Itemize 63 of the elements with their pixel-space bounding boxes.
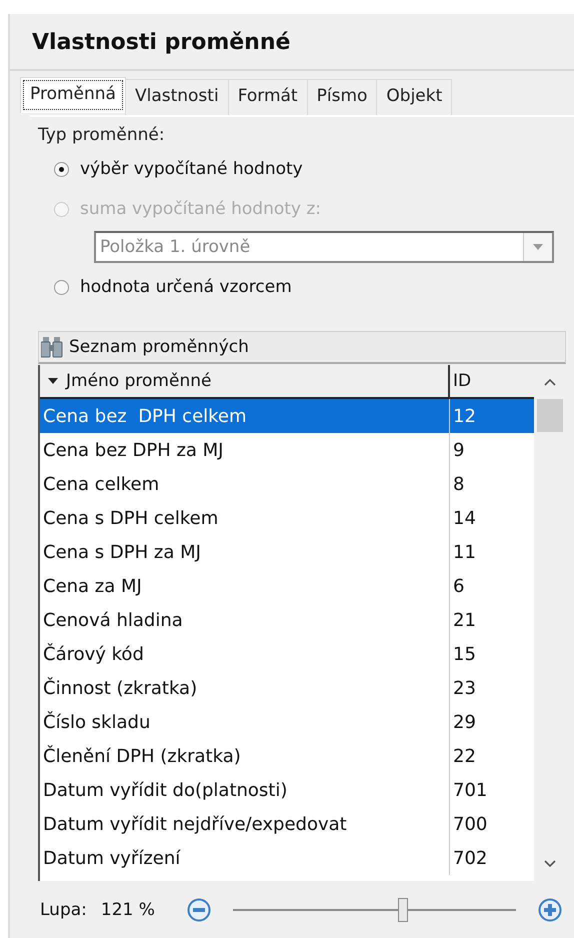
table-cell-text: 29 [452,710,477,734]
table-cell-text: 701 [452,778,488,802]
zoom-out-icon[interactable] [186,898,211,922]
table-row[interactable]: Cena s DPH celkem 14 [40,501,534,535]
table-cell-text: 702 [452,846,488,870]
table-cell: Datum vyřídit do(platnosti) [40,773,450,807]
table-row[interactable]: Datum vyřízení 702 [40,841,534,875]
table-cell-text: 700 [452,812,488,836]
binoculars-icon [41,336,63,358]
group-label: Typ proměnné: [38,125,166,145]
scroll-thumb[interactable] [537,399,563,432]
table-cell-text: 15 [452,642,477,666]
table-row[interactable]: Datum vyřídit do(platnosti) 701 [40,773,534,807]
table-row[interactable]: Činnost (zkratka) 23 [40,671,534,705]
radio-button[interactable] [54,162,69,176]
table-cell: Čárový kód [40,637,450,671]
table-cell: Datum vyřídit nejdříve/expedovat [40,807,450,841]
table-cell: Cena bez DPH za MJ [40,433,450,467]
table-cell: Cenová hladina [40,603,450,637]
zoom-in-icon[interactable] [538,898,562,922]
table-cell: Cena bez DPH celkem [40,399,450,433]
table-cell: Číslo skladu [40,705,450,739]
tab[interactable]: Proměnná [20,77,126,113]
table-cell: Cena s DPH celkem [40,501,450,535]
column-header[interactable]: ID [450,365,534,399]
table-row[interactable]: Cena bez DPH celkem 12 [40,399,534,433]
radio-label: výběr vypočítané hodnoty [80,159,303,179]
table-cell-text: 22 [452,744,477,768]
tab[interactable]: Objekt [376,79,452,115]
table-row[interactable]: Cena bez DPH za MJ 9 [40,433,534,467]
radio-button[interactable] [54,280,69,294]
zoom-value: 121 % [100,900,155,920]
table-cell: Činnost (zkratka) [40,671,450,705]
radio-label: suma vypočítané hodnoty z: [80,199,322,219]
table-cell: Cena za MJ [40,569,450,603]
sort-arrow-icon [48,378,58,384]
radio-label: hodnota určená vzorcem [80,277,292,297]
table-cell-text: 6 [452,574,466,598]
variable-list-button[interactable]: Seznam proměnných [38,331,566,364]
table-cell: Cena s DPH za MJ [40,535,450,569]
tab[interactable]: Vlastnosti [124,79,229,115]
table-row[interactable]: Cena celkem 8 [40,467,534,501]
table-cell-text: 11 [452,540,477,564]
table-row[interactable]: Cenová hladina 21 [40,603,534,637]
table-row[interactable]: Cena za MJ 6 [40,569,534,603]
table-cell-text: 21 [452,608,477,632]
table-row[interactable]: Čárový kód 15 [40,637,534,671]
slider-thumb[interactable] [398,898,408,922]
table-cell: Členění DPH (zkratka) [40,739,450,773]
table-row[interactable]: Cena s DPH za MJ 11 [40,535,534,569]
table-cell: Cena celkem [40,467,450,501]
table-row[interactable]: Datum vyřídit nejdříve/expedovat 700 [40,807,534,841]
window-title: Vlastnosti proměnné [10,14,574,71]
table-row[interactable]: Číslo skladu 29 [40,705,534,739]
table-cell-text: 12 [452,404,477,428]
table-cell-text: 9 [452,438,466,462]
table-cell-text: 8 [452,472,466,496]
table-row[interactable]: Členění DPH (zkratka) 22 [40,739,534,773]
zoom-label: Lupa: [40,900,87,920]
column-header[interactable]: Jméno proměnné [40,365,450,399]
table-cell: Datum vyřízení [40,841,450,875]
table-cell-text: 23 [452,676,477,700]
table-cell-text: 14 [452,506,477,530]
